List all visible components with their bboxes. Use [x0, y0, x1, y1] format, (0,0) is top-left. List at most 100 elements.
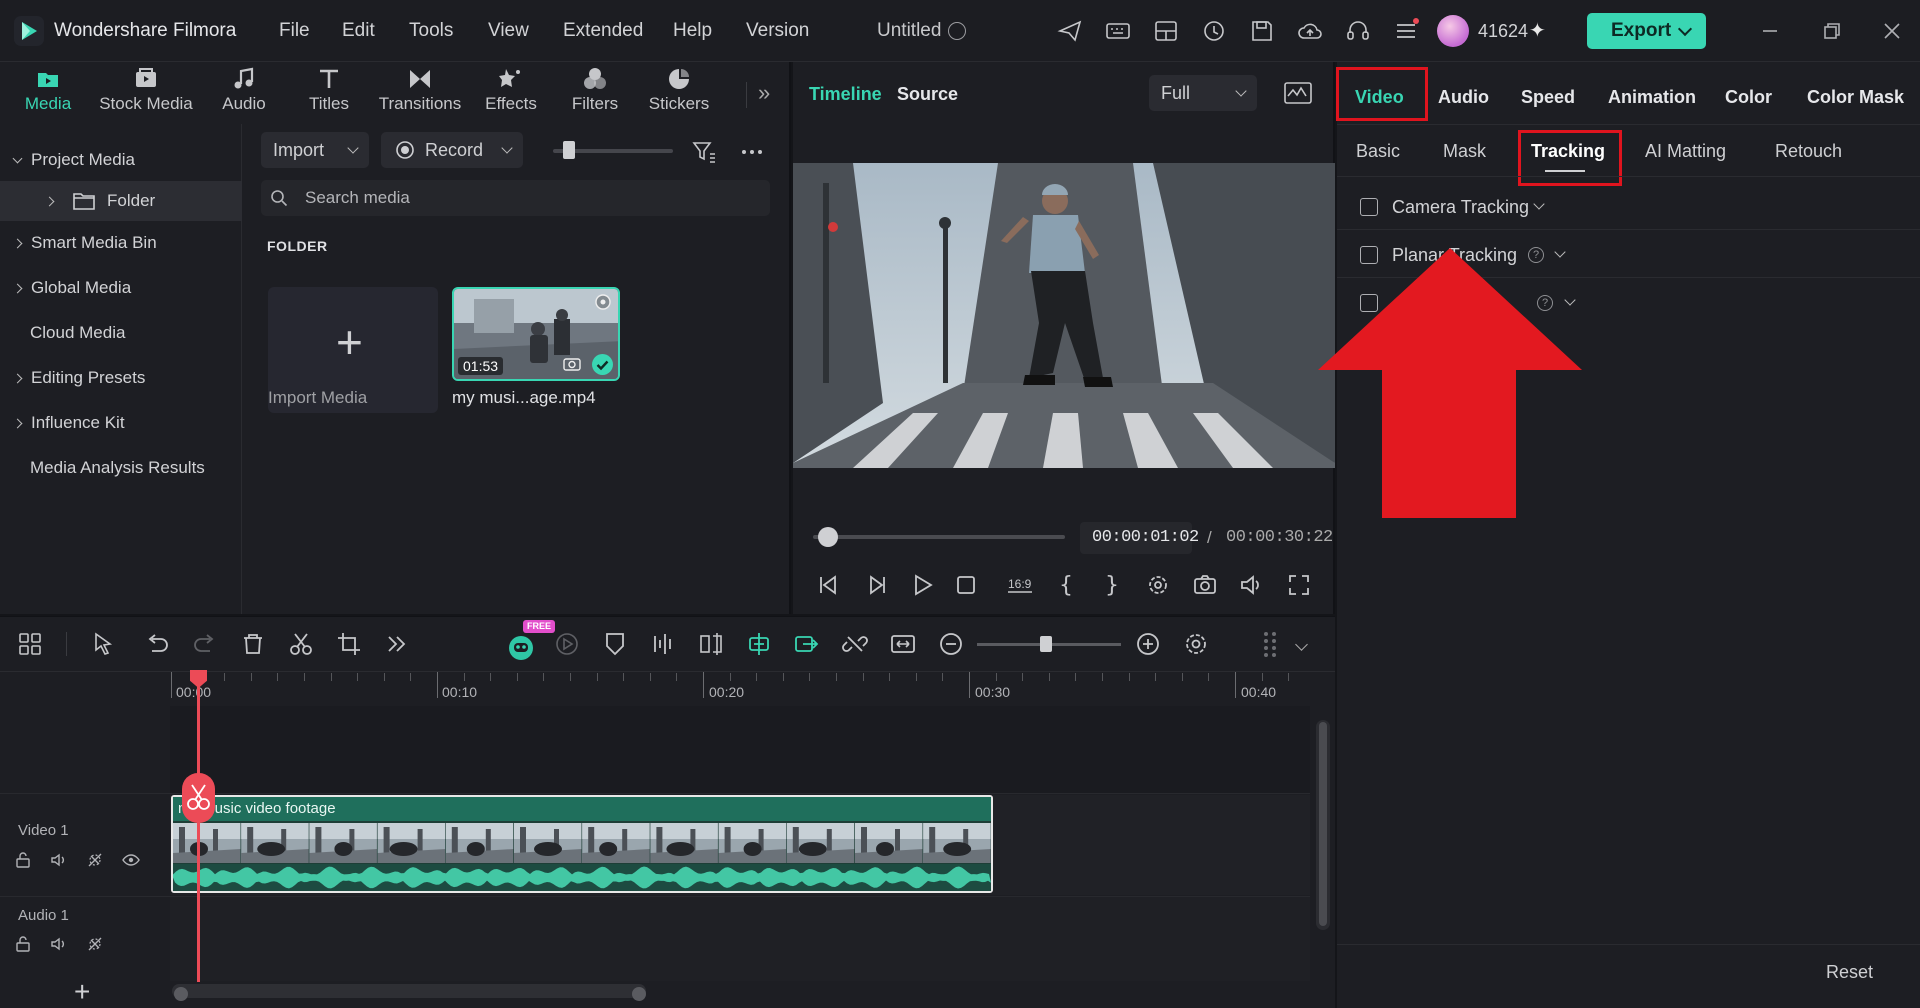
auto-ripple-icon[interactable] [793, 630, 821, 658]
auto-play-icon[interactable] [553, 630, 581, 658]
menu-tools[interactable]: Tools [409, 20, 453, 42]
sidebar-item-global-media[interactable]: Global Media [0, 268, 242, 308]
tab-transitions[interactable]: Transitions [374, 66, 466, 122]
track-visibility-eye-icon[interactable] [122, 851, 140, 869]
tab-media[interactable]: Media [18, 66, 78, 122]
menu-file[interactable]: File [279, 20, 310, 42]
record-dropdown[interactable]: Record [381, 132, 523, 168]
quality-dropdown[interactable]: Full [1149, 75, 1257, 111]
timeline-zoom-handle[interactable] [1040, 636, 1052, 652]
mark-out-icon[interactable]: } [1099, 572, 1125, 598]
sidebar-item-editing-presets[interactable]: Editing Presets [0, 358, 242, 398]
tab-timeline-preview[interactable]: Timeline [809, 84, 882, 105]
redo-icon[interactable] [191, 630, 219, 658]
timeline-settings-icon[interactable] [1182, 630, 1210, 658]
headset-support-icon[interactable] [1345, 18, 1371, 44]
delete-icon[interactable] [239, 630, 267, 658]
tab-titles[interactable]: Titles [299, 66, 359, 122]
save-icon[interactable] [1249, 18, 1275, 44]
sidebar-item-media-analysis-results[interactable]: Media Analysis Results [0, 448, 242, 488]
next-frame-icon[interactable] [863, 572, 889, 598]
tab-animation[interactable]: Animation [1608, 87, 1696, 108]
clip-settings-icon[interactable] [593, 292, 613, 312]
play-icon[interactable] [909, 572, 935, 598]
sidebar-item-cloud-media[interactable]: Cloud Media [0, 313, 242, 353]
select-pointer-icon[interactable] [90, 630, 118, 658]
keyboard-icon[interactable] [1105, 18, 1131, 44]
subtab-retouch[interactable]: Retouch [1775, 141, 1842, 162]
scroll-start-handle[interactable] [174, 987, 188, 1001]
menu-version[interactable]: Version [746, 20, 809, 42]
ai-copilot-icon[interactable] [505, 630, 537, 662]
minimize-icon[interactable] [1757, 18, 1783, 44]
menu-extended[interactable]: Extended [563, 20, 643, 42]
aspect-ratio-icon[interactable]: 16:9 [1003, 572, 1037, 598]
track-lock-icon[interactable] [14, 851, 32, 869]
subtab-mask[interactable]: Mask [1443, 141, 1486, 162]
volume-icon[interactable] [1238, 572, 1264, 598]
render-settings-icon[interactable] [1145, 572, 1171, 598]
vertical-scrollbar-thumb[interactable] [1319, 722, 1327, 926]
tab-effects[interactable]: Effects [481, 66, 541, 122]
audio-beat-icon[interactable] [649, 630, 677, 658]
tab-color-mask[interactable]: Color Mask [1807, 87, 1904, 108]
stop-icon[interactable] [953, 572, 979, 598]
playhead-split-button[interactable] [182, 773, 215, 823]
track-volume-icon[interactable] [50, 935, 68, 953]
sidebar-item-smart-media-bin[interactable]: Smart Media Bin [0, 223, 242, 263]
playback-scrubber-handle[interactable] [818, 527, 839, 547]
tab-stickers[interactable]: Stickers [645, 66, 713, 122]
track-disable-icon[interactable] [86, 935, 104, 953]
mark-in-icon[interactable]: { [1053, 572, 1079, 598]
waveform-monitor-icon[interactable] [1283, 80, 1313, 106]
notifications-menu-icon[interactable] [1393, 18, 1419, 44]
send-feedback-icon[interactable] [1057, 18, 1083, 44]
marker-shield-icon[interactable] [601, 630, 629, 658]
zoom-in-icon[interactable] [1134, 630, 1162, 658]
user-avatar[interactable] [1437, 15, 1469, 47]
scroll-end-handle[interactable] [632, 987, 646, 1001]
tab-source-preview[interactable]: Source [897, 84, 958, 105]
sidebar-item-influence-kit[interactable]: Influence Kit [0, 403, 242, 443]
snap-magnet-icon[interactable] [745, 630, 773, 658]
previous-frame-icon[interactable] [815, 572, 841, 598]
tab-audio[interactable]: Audio [214, 66, 274, 122]
zoom-out-icon[interactable] [937, 630, 965, 658]
menu-view[interactable]: View [488, 20, 529, 42]
crop-icon[interactable] [335, 630, 363, 658]
grip-handle-icon[interactable] [1256, 630, 1284, 658]
split-screen-icon[interactable] [697, 630, 725, 658]
unlink-icon[interactable] [841, 630, 869, 658]
more-options-icon[interactable] [740, 140, 764, 164]
add-track-button[interactable]: + [74, 976, 90, 1008]
tab-stock-media[interactable]: Stock Media [94, 66, 198, 122]
track-disable-icon[interactable] [86, 851, 104, 869]
video-preview[interactable] [793, 163, 1335, 468]
fit-timeline-icon[interactable] [889, 630, 917, 658]
menu-help[interactable]: Help [673, 20, 712, 42]
sidebar-item-project-media[interactable]: Project Media [0, 140, 242, 180]
close-icon[interactable] [1879, 18, 1905, 44]
tab-audio[interactable]: Audio [1438, 87, 1489, 108]
more-tabs-icon[interactable]: » [758, 80, 770, 106]
subtab-ai-matting[interactable]: AI Matting [1645, 141, 1726, 162]
restore-icon[interactable] [1819, 18, 1845, 44]
timeline-ruler[interactable] [170, 672, 1320, 706]
tab-color[interactable]: Color [1725, 87, 1772, 108]
thumbnail-size-handle[interactable] [563, 141, 575, 159]
undo-icon[interactable] [143, 630, 171, 658]
layout-grid-icon[interactable] [16, 630, 44, 658]
snapshot-camera-icon[interactable] [1192, 572, 1218, 598]
camera-tracking-checkbox[interactable] [1360, 198, 1378, 216]
tab-speed[interactable]: Speed [1521, 87, 1575, 108]
menu-edit[interactable]: Edit [342, 20, 375, 42]
tab-filters[interactable]: Filters [565, 66, 625, 122]
track-lock-icon[interactable] [14, 935, 32, 953]
sidebar-item-folder[interactable]: Folder [0, 181, 242, 221]
cloud-upload-icon[interactable] [1297, 18, 1323, 44]
cloud-sync-icon[interactable] [1201, 18, 1227, 44]
split-scissors-icon[interactable] [287, 630, 315, 658]
filter-funnel-icon[interactable] [692, 140, 716, 164]
fullscreen-icon[interactable] [1286, 572, 1312, 598]
track-volume-icon[interactable] [50, 851, 68, 869]
